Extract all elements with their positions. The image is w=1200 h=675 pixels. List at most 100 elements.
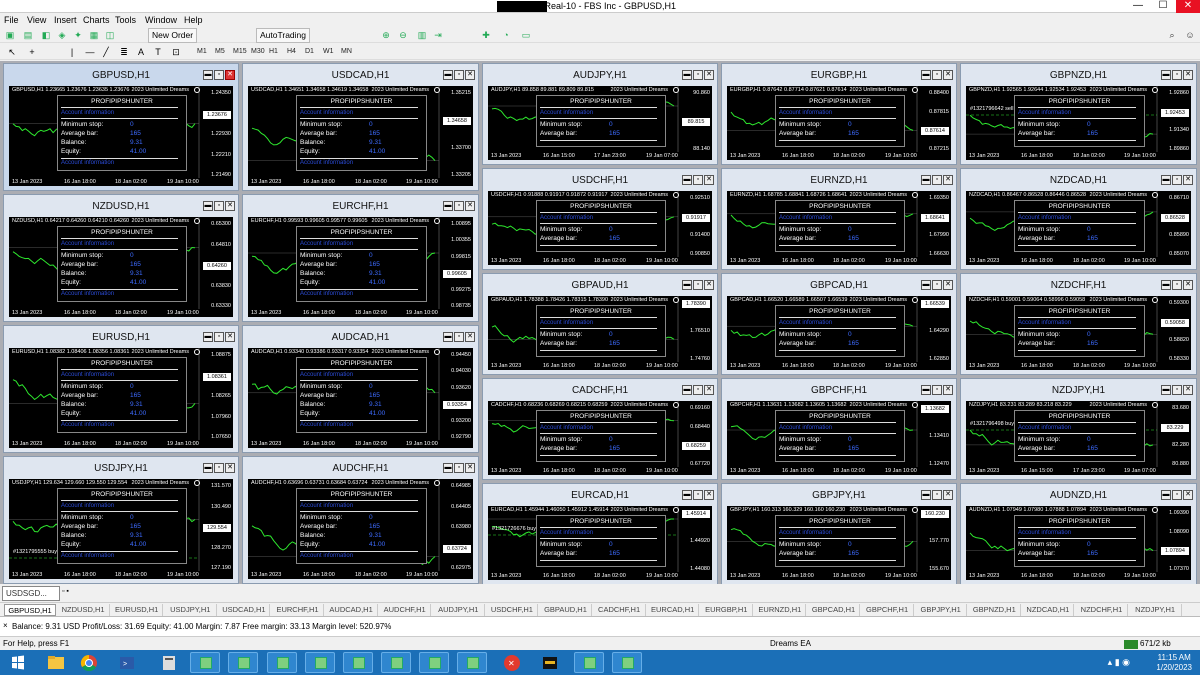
chart-area[interactable]: NZDUSD,H1 0.64217 0.64260 0.64210 0.6426… — [9, 217, 233, 317]
chart-window-gbpnzdh1[interactable]: GBPNZD,H1 ▬ ▫ ✕ GBPNZD,H1 1.92565 1.92644 1.… — [960, 63, 1197, 165]
mt4-instance-8[interactable] — [457, 652, 487, 673]
mt4-instance-4[interactable] — [305, 652, 335, 673]
search-icon[interactable]: ⌕ — [1166, 29, 1178, 41]
chart-area[interactable]: EURCAD,H1 1.45944 1.46050 1.45912 1.4591… — [488, 506, 712, 580]
chart-maximize-button[interactable]: ▫ — [1172, 385, 1182, 395]
chart-tab-gbpchfh1[interactable]: GBPCHF,H1 — [862, 604, 914, 616]
channel-icon[interactable]: ≣ — [118, 46, 130, 58]
new-chart-icon[interactable]: ▣ — [4, 29, 16, 41]
chart-close-button[interactable]: ✕ — [1183, 490, 1193, 500]
chart-area[interactable]: NZDJPY,H1 83.231 83.289 83.218 83.229 202… — [966, 401, 1191, 475]
close-button[interactable]: ✕ — [1176, 0, 1200, 13]
chart-area[interactable]: NZDCHF,H1 0.59001 0.59064 0.58996 0.5905… — [966, 296, 1191, 370]
chart-minimize-button[interactable]: ▬ — [203, 463, 213, 473]
maximize-button[interactable]: ☐ — [1151, 0, 1175, 13]
mt4-instance-3[interactable] — [267, 652, 297, 673]
account-info-link[interactable]: Account information — [540, 425, 593, 431]
chart-tab-audcadh1[interactable]: AUDCAD,H1 — [326, 604, 378, 616]
chart-window-eurnzdh1[interactable]: EURNZD,H1 ▬ ▫ ✕ EURNZD,H1 1.68785 1.68841 1.… — [721, 168, 957, 270]
account-info-link[interactable]: Account information — [300, 110, 353, 116]
menu-tools[interactable]: Tools — [115, 15, 136, 25]
chart-area[interactable]: USDCAD,H1 1.34651 1.34658 1.34619 1.3465… — [248, 86, 473, 186]
tile-windows-icon[interactable]: ▥ — [416, 29, 428, 41]
chart-minimize-button[interactable]: ▬ — [443, 463, 453, 473]
chart-close-button[interactable]: ✕ — [943, 490, 953, 500]
chart-window-audjpyh1[interactable]: AUDJPY,H1 ▬ ▫ ✕ AUDJPY,H1 89.858 89.881 89.8… — [482, 63, 718, 165]
chart-window-gbpchfh1[interactable]: GBPCHF,H1 ▬ ▫ ✕ GBPCHF,H1 1.13631 1.13682 1.… — [721, 378, 957, 480]
chart-tab-gbpaudh1[interactable]: GBPAUD,H1 — [540, 604, 592, 616]
chart-minimize-button[interactable]: ▬ — [443, 201, 453, 211]
chart-window-nzdusdh1[interactable]: NZDUSD,H1 ▬ ▫ ✕ NZDUSD,H1 0.64217 0.64260 0.… — [3, 194, 239, 322]
chart-tab-eurgbph1[interactable]: EURGBP,H1 — [701, 604, 753, 616]
chart-close-button[interactable]: ✕ — [943, 175, 953, 185]
account-info-link[interactable]: Account information — [300, 422, 353, 428]
mt4-instance-2[interactable] — [228, 652, 258, 673]
system-clock[interactable]: 11:15 AM 1/20/2023 — [1156, 653, 1192, 673]
chart-maximize-button[interactable]: ▫ — [1172, 490, 1182, 500]
chart-close-button[interactable]: ✕ — [225, 201, 235, 211]
chart-area[interactable]: NZDCAD,H1 0.86467 0.86528 0.86446 0.8652… — [966, 191, 1191, 265]
chart-window-usdchfh1[interactable]: USDCHF,H1 ▬ ▫ ✕ USDCHF,H1 0.91888 0.91917 0.… — [482, 168, 718, 270]
chart-maximize-button[interactable]: ▫ — [932, 385, 942, 395]
chart-window-eurcadh1[interactable]: EURCAD,H1 ▬ ▫ ✕ EURCAD,H1 1.45944 1.46050 1.… — [482, 483, 718, 585]
chart-tab-audjpyh1[interactable]: AUDJPY,H1 — [433, 604, 485, 616]
chart-maximize-button[interactable]: ▫ — [932, 280, 942, 290]
account-info-link[interactable]: Account information — [540, 320, 593, 326]
chart-maximize-button[interactable]: ▫ — [932, 175, 942, 185]
crosshair-icon[interactable]: + — [26, 46, 38, 58]
timeframe-h1[interactable]: H1 — [269, 46, 278, 58]
chart-close-button[interactable]: ✕ — [943, 70, 953, 80]
chart-tab-usdcadh1[interactable]: USDCAD,H1 — [218, 604, 271, 616]
broker-app-icon[interactable] — [535, 652, 565, 673]
chart-minimize-button[interactable]: ▬ — [921, 175, 931, 185]
menu-window[interactable]: Window — [145, 15, 177, 25]
chart-minimize-button[interactable]: ▬ — [682, 280, 692, 290]
chart-area[interactable]: AUDJPY,H1 89.858 89.881 89.809 89.815 202… — [488, 86, 712, 160]
chart-window-audnzdh1[interactable]: AUDNZD,H1 ▬ ▫ ✕ AUDNZD,H1 1.07949 1.07980 1.… — [960, 483, 1197, 585]
chart-maximize-button[interactable]: ▫ — [454, 70, 464, 80]
chart-close-button[interactable]: ✕ — [225, 70, 235, 80]
chart-maximize-button[interactable]: ▫ — [693, 280, 703, 290]
menu-charts[interactable]: Charts — [83, 15, 110, 25]
account-info-link[interactable]: Account information — [779, 110, 832, 116]
chart-maximize-button[interactable]: ▫ — [932, 70, 942, 80]
data-window-icon[interactable]: ◈ — [56, 29, 68, 41]
chart-area[interactable]: EURCHF,H1 0.99593 0.99605 0.99577 0.9960… — [248, 217, 473, 317]
strategy-tester-icon[interactable]: ◫ — [104, 29, 116, 41]
vertical-line-icon[interactable]: | — [66, 46, 78, 58]
minimize-button[interactable]: — — [1126, 0, 1150, 13]
account-info-link[interactable]: Account information — [300, 241, 353, 247]
profiles-icon[interactable]: ▤ — [22, 29, 34, 41]
chart-window-nzdcadh1[interactable]: NZDCAD,H1 ▬ ▫ ✕ NZDCAD,H1 0.86467 0.86528 0.… — [960, 168, 1197, 270]
mt4-instance-7[interactable] — [419, 652, 449, 673]
chart-close-button[interactable]: ✕ — [465, 201, 475, 211]
chart-minimize-button[interactable]: ▬ — [1161, 175, 1171, 185]
mt4-instance-5[interactable] — [343, 652, 373, 673]
mt4-instance-10[interactable] — [612, 652, 642, 673]
chart-area[interactable]: AUDNZD,H1 1.07949 1.07980 1.07888 1.0789… — [966, 506, 1191, 580]
chart-minimize-button[interactable]: ▬ — [203, 70, 213, 80]
file-explorer-icon[interactable] — [40, 652, 70, 673]
mt4-instance-9[interactable] — [574, 652, 604, 673]
chart-maximize-button[interactable]: ▫ — [693, 490, 703, 500]
account-info-link[interactable]: Account information — [779, 320, 832, 326]
chart-maximize-button[interactable]: ▫ — [1172, 175, 1182, 185]
user-icon[interactable]: ☺ — [1184, 29, 1196, 41]
close-terminal-icon[interactable]: × — [3, 621, 8, 630]
chart-tab-cadchfh1[interactable]: CADCHF,H1 — [594, 604, 646, 616]
zoom-out-icon[interactable]: ⊖ — [397, 29, 409, 41]
chart-tab-usdchfh1[interactable]: USDCHF,H1 — [486, 604, 539, 616]
market-watch-icon[interactable]: ◧ — [40, 29, 52, 41]
chart-area[interactable]: GBPCHF,H1 1.13631 1.13682 1.13605 1.1368… — [727, 401, 951, 475]
chart-close-button[interactable]: ✕ — [225, 463, 235, 473]
account-info-link[interactable]: Account information — [61, 372, 114, 378]
chart-minimize-button[interactable]: ▬ — [682, 490, 692, 500]
account-info-link[interactable]: Account information — [61, 241, 114, 247]
chart-maximize-button[interactable]: ▫ — [214, 463, 224, 473]
chart-window-nzdchfh1[interactable]: NZDCHF,H1 ▬ ▫ ✕ NZDCHF,H1 0.59001 0.59064 0.… — [960, 273, 1197, 375]
chart-area[interactable]: AUDCHF,H1 0.63696 0.63731 0.63684 0.6372… — [248, 479, 473, 579]
timeframe-w1[interactable]: W1 — [323, 46, 334, 58]
chart-minimize-button[interactable]: ▬ — [921, 70, 931, 80]
menu-file[interactable]: File — [4, 15, 19, 25]
chart-window-nzdjpyh1[interactable]: NZDJPY,H1 ▬ ▫ ✕ NZDJPY,H1 83.231 83.289 83.2… — [960, 378, 1197, 480]
